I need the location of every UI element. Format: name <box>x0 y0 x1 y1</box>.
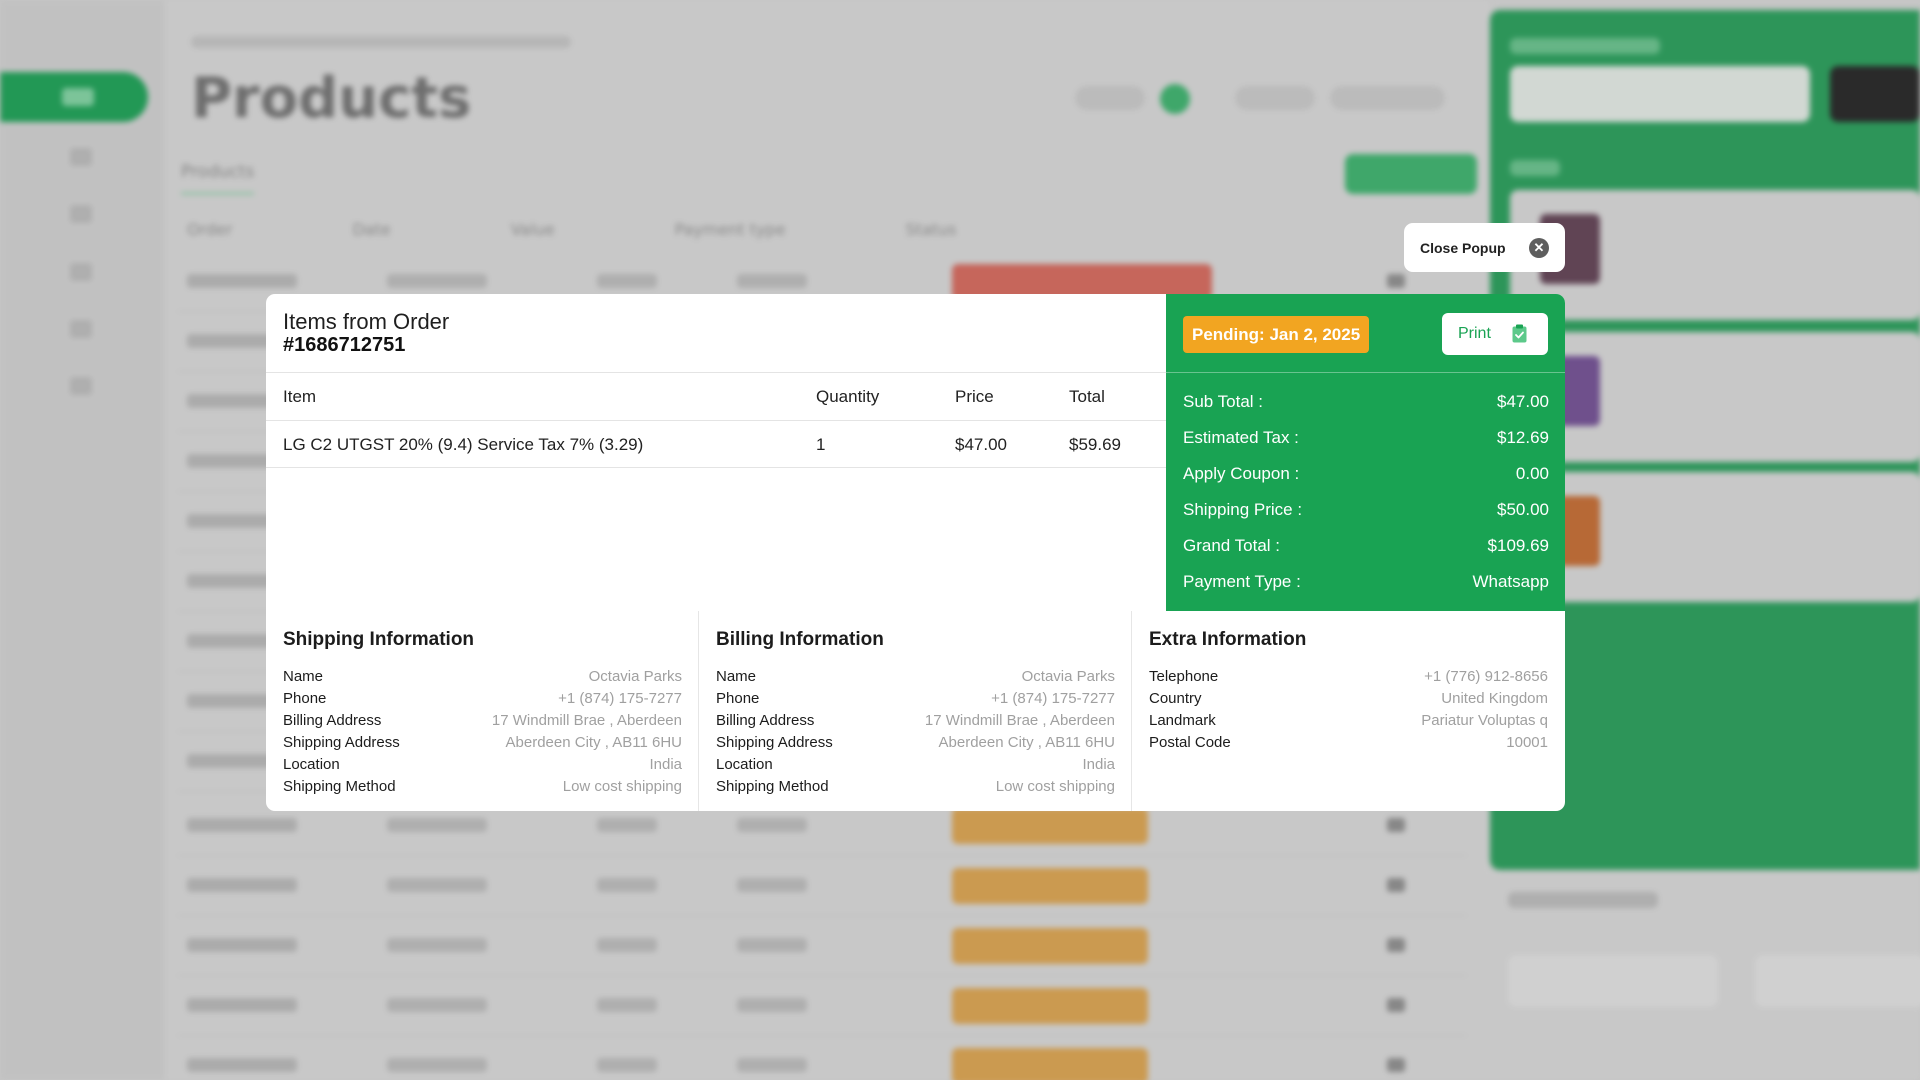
close-popup-button[interactable]: Close Popup ✕ <box>1404 223 1565 272</box>
order-title: Items from Order <box>283 309 450 334</box>
info-row: Postal Code 10001 <box>1149 734 1548 756</box>
item-total: $59.69 <box>1069 435 1121 454</box>
info-value: Pariatur Voluptas q <box>1421 712 1548 729</box>
estimated-tax-row: Estimated Tax : $12.69 <box>1183 428 1549 448</box>
info-value: Low cost shipping <box>562 778 682 795</box>
apply-coupon-label: Apply Coupon : <box>1183 464 1300 483</box>
info-row: Billing Address 17 Windmill Brae , Aberde… <box>283 712 682 734</box>
table-row: LG C2 UTGST 20% (9.4) Service Tax 7% (3.… <box>266 420 1166 468</box>
info-row: Shipping Address Aberdeen City , AB11 6HU <box>283 734 682 756</box>
info-label: Location <box>716 756 773 773</box>
status-badge: Pending: Jan 2, 2025 <box>1183 316 1370 353</box>
info-row: Shipping Method Low cost shipping <box>283 778 682 800</box>
grand-total-row: Grand Total : $109.69 <box>1183 536 1549 556</box>
info-value: Octavia Parks <box>1021 668 1115 685</box>
estimated-tax-label: Estimated Tax : <box>1183 428 1299 447</box>
payment-type-row: Payment Type : Whatsapp <box>1183 572 1549 592</box>
payment-type-value: Whatsapp <box>1472 572 1549 591</box>
info-label: Country <box>1149 690 1202 707</box>
info-label: Billing Address <box>283 712 382 729</box>
shipping-price-value: $50.00 <box>1497 500 1549 519</box>
extra-information: Extra Information Telephone +1 (776) 912-… <box>1132 611 1565 811</box>
column-quantity: Quantity <box>816 387 880 406</box>
item-price: $47.00 <box>955 435 1007 454</box>
info-label: Shipping Method <box>716 778 829 795</box>
order-id: #1686712751 <box>283 334 406 356</box>
info-value: Octavia Parks <box>588 668 682 685</box>
info-value: +1 (874) 175-7277 <box>991 690 1115 707</box>
info-label: Shipping Address <box>283 734 400 751</box>
column-total: Total <box>1069 387 1105 406</box>
info-value: 17 Windmill Brae , Aberdeen <box>491 712 682 729</box>
item-name: LG C2 UTGST 20% (9.4) Service Tax 7% (3.… <box>283 435 644 454</box>
column-item: Item <box>283 387 317 406</box>
info-row: Location India <box>283 756 682 778</box>
order-items-section: Items from Order #1686712751 Item Quanti… <box>266 294 1166 611</box>
info-row: Landmark Pariatur Voluptas q <box>1149 712 1548 734</box>
info-row: Phone +1 (874) 175-7277 <box>716 690 1115 712</box>
info-row: Name Octavia Parks <box>283 668 682 690</box>
apply-coupon-value: 0.00 <box>1515 464 1549 483</box>
apply-coupon-row: Apply Coupon : 0.00 <box>1183 464 1549 484</box>
print-button[interactable]: Print <box>1442 313 1548 355</box>
info-row: Shipping Address Aberdeen City , AB11 6HU <box>716 734 1115 756</box>
info-value: +1 (874) 175-7277 <box>558 690 682 707</box>
shipping-information-title: Shipping Information <box>283 629 475 650</box>
info-label: Telephone <box>1149 668 1219 685</box>
payment-type-label: Payment Type : <box>1183 572 1301 591</box>
info-value: 10001 <box>1506 734 1548 751</box>
sub-total-label: Sub Total : <box>1183 392 1264 411</box>
info-value: India <box>1082 756 1115 773</box>
info-value: 17 Windmill Brae , Aberdeen <box>924 712 1115 729</box>
info-label: Landmark <box>1149 712 1216 729</box>
billing-information: Billing Information Name Octavia Parks Ph… <box>699 611 1132 811</box>
shipping-price-label: Shipping Price : <box>1183 500 1303 519</box>
info-label: Shipping Address <box>716 734 833 751</box>
info-value: Aberdeen City , AB11 6HU <box>938 734 1115 751</box>
extra-information-title: Extra Information <box>1149 629 1307 650</box>
info-row: Name Octavia Parks <box>716 668 1115 690</box>
close-icon[interactable]: ✕ <box>1529 238 1549 258</box>
info-label: Phone <box>283 690 327 707</box>
info-value: Low cost shipping <box>995 778 1115 795</box>
info-value: +1 (776) 912-8656 <box>1424 668 1548 685</box>
info-label: Name <box>716 668 757 685</box>
info-value: United Kingdom <box>1441 690 1548 707</box>
column-price: Price <box>955 387 994 406</box>
item-quantity: 1 <box>816 435 826 454</box>
sub-total-value: $47.00 <box>1497 392 1549 411</box>
info-value: India <box>649 756 682 773</box>
info-label: Name <box>283 668 324 685</box>
close-popup-label: Close Popup <box>1420 239 1506 256</box>
billing-information-title: Billing Information <box>716 629 884 650</box>
shipping-price-row: Shipping Price : $50.00 <box>1183 500 1549 520</box>
info-row: Phone +1 (874) 175-7277 <box>283 690 682 712</box>
table-header: Item Quantity Price Total <box>266 372 1166 420</box>
estimated-tax-value: $12.69 <box>1497 428 1549 447</box>
info-row: Telephone +1 (776) 912-8656 <box>1149 668 1548 690</box>
info-label: Postal Code <box>1149 734 1231 751</box>
order-details-modal: Items from Order #1686712751 Item Quanti… <box>266 294 1565 811</box>
info-label: Shipping Method <box>283 778 396 795</box>
summary-divider <box>1166 372 1565 373</box>
info-value: Aberdeen City , AB11 6HU <box>505 734 682 751</box>
info-label: Phone <box>716 690 760 707</box>
shipping-information: Shipping Information Name Octavia Parks P… <box>266 611 699 811</box>
clipboard-check-icon <box>1512 324 1527 343</box>
info-label: Billing Address <box>716 712 815 729</box>
print-label: Print <box>1458 325 1491 342</box>
info-row: Shipping Method Low cost shipping <box>716 778 1115 800</box>
grand-total-label: Grand Total : <box>1183 536 1281 555</box>
info-row: Billing Address 17 Windmill Brae , Aberde… <box>716 712 1115 734</box>
info-row: Country United Kingdom <box>1149 690 1548 712</box>
info-label: Location <box>283 756 340 773</box>
sub-total-row: Sub Total : $47.00 <box>1183 392 1549 412</box>
order-summary-panel: Pending: Jan 2, 2025 Print Sub Total : $… <box>1166 294 1565 611</box>
info-row: Location India <box>716 756 1115 778</box>
grand-total-value: $109.69 <box>1487 536 1549 555</box>
